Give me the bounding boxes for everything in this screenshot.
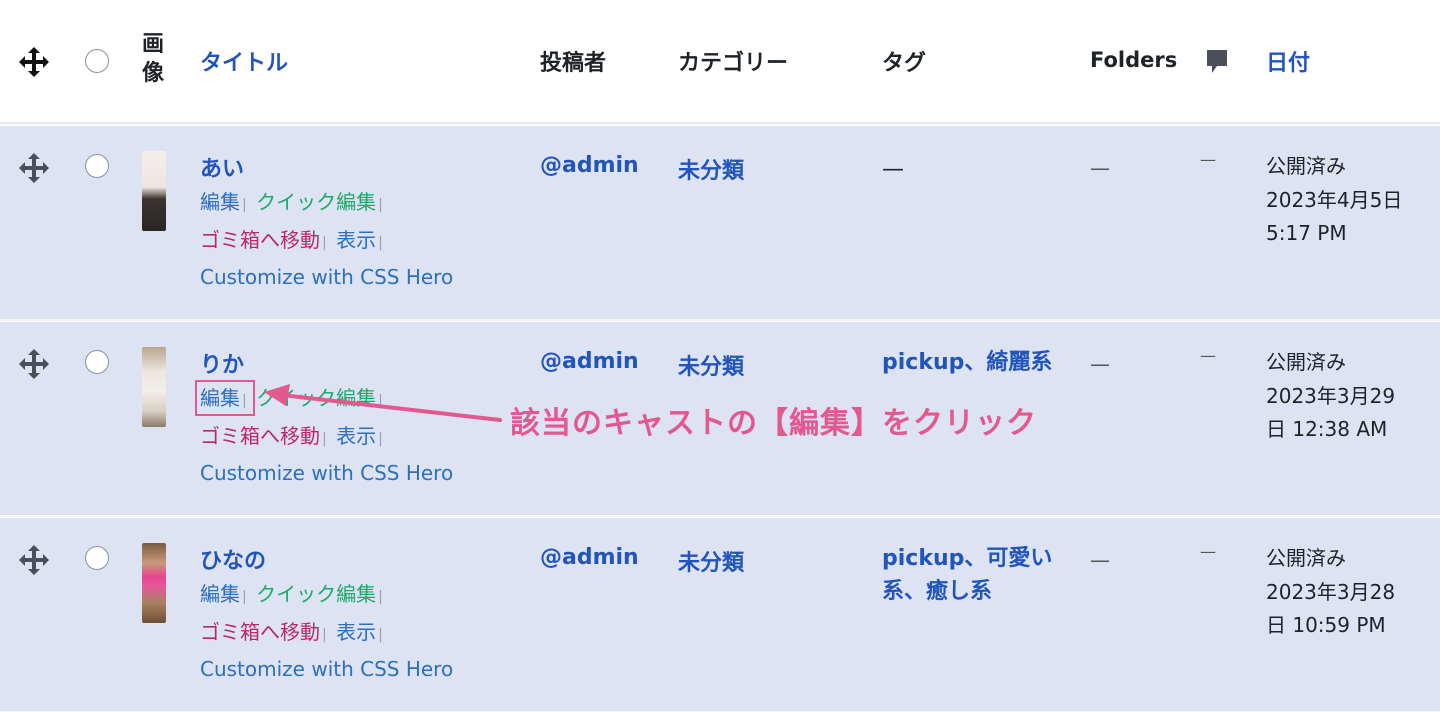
row-checkbox[interactable] [85,154,109,178]
post-title-link[interactable]: りか [200,347,244,379]
title-column-header[interactable]: タイトル [200,45,288,77]
table-row: ひなの 編集 | クイック編集 | ゴミ箱へ移動 | 表示 | Customize wi… [0,518,1440,712]
post-title-link[interactable]: ひなの [200,543,266,575]
row-actions: 編集 | クイック編集 | ゴミ箱へ移動 | 表示 | Customize with C… [200,185,520,295]
date-column-header[interactable]: 日付 [1266,45,1310,77]
css-hero-link[interactable]: Customize with CSS Hero [200,657,453,681]
move-icon[interactable] [17,45,51,79]
date-time: 日 12:38 AM [1266,417,1388,441]
view-link[interactable]: 表示 [336,620,376,644]
separator: | [322,430,327,447]
comment-bubble-icon[interactable] [1205,48,1229,76]
annotation-text: 該当のキャストの【編集】をクリック [510,406,1037,441]
date-cell: 公開済み 2023年3月29 日 12:38 AM [1266,346,1431,447]
date-time: 日 10:59 PM [1266,613,1386,637]
edit-link[interactable]: 編集 [200,582,240,606]
comments-cell: — [1200,150,1216,169]
separator: | [378,626,383,643]
tags-column-header: タグ [882,51,927,76]
date-value: 2023年3月28 [1266,579,1396,604]
separator: | [378,393,383,409]
date-status: 公開済み [1266,546,1346,570]
tags-cell[interactable]: pickup、綺麗系 [882,346,1057,379]
edit-link[interactable]: 編集 [200,190,240,214]
post-title-link[interactable]: あい [200,151,244,183]
folders-cell: — [1090,548,1110,572]
row-checkbox[interactable] [85,546,109,570]
tags-cell: — [882,153,1057,186]
folders-column-header: Folders [1090,48,1178,72]
css-hero-link[interactable]: Customize with CSS Hero [200,461,453,485]
separator: | [242,589,247,605]
table-row: あい 編集 | クイック編集 | ゴミ箱へ移動 | 表示 | Customize wit… [0,126,1440,321]
category-column-header: カテゴリー [678,51,789,76]
date-value: 2023年3月29 [1266,383,1396,408]
separator: | [378,430,383,447]
view-link[interactable]: 表示 [336,424,376,448]
css-hero-link[interactable]: Customize with CSS Hero [200,265,453,289]
date-cell: 公開済み 2023年3月28 日 10:59 PM [1266,542,1431,643]
separator: | [378,589,383,605]
row-checkbox[interactable] [85,350,109,374]
thumbnail-image [142,543,166,623]
author-link[interactable]: @admin [540,153,639,178]
trash-link[interactable]: ゴミ箱へ移動 [200,620,320,644]
move-icon[interactable] [17,543,51,577]
thumbnail-image [142,347,166,427]
author-link[interactable]: @admin [540,349,639,374]
separator: | [242,197,247,213]
folders-cell: — [1090,352,1110,376]
separator: | [322,626,327,643]
select-all-checkbox[interactable] [85,49,109,73]
separator: | [378,234,383,251]
author-column-header: 投稿者 [540,51,607,76]
thumbnail-image [142,151,166,231]
view-link[interactable]: 表示 [336,228,376,252]
image-column-header: 画 像 [142,32,165,86]
separator: | [322,234,327,251]
tags-line[interactable]: 系、癒し系 [882,575,1057,608]
tags-empty: — [882,157,904,182]
trash-link[interactable]: ゴミ箱へ移動 [200,424,320,448]
edit-highlight-box [195,380,255,416]
trash-link[interactable]: ゴミ箱へ移動 [200,228,320,252]
move-icon[interactable] [17,151,51,185]
date-status: 公開済み [1266,350,1346,374]
quick-edit-link[interactable]: クイック編集 [256,386,376,410]
quick-edit-link[interactable]: クイック編集 [256,190,376,214]
date-cell: 公開済み 2023年4月5日 5:17 PM [1266,150,1431,251]
date-time: 5:17 PM [1266,221,1347,245]
comments-cell: — [1200,542,1216,561]
category-link[interactable]: 未分類 [678,349,744,381]
category-link[interactable]: 未分類 [678,153,744,185]
row-actions: 編集 | クイック編集 | ゴミ箱へ移動 | 表示 | Customize with C… [200,577,520,687]
author-link[interactable]: @admin [540,545,639,570]
date-status: 公開済み [1266,154,1346,178]
date-value: 2023年4月5日 [1266,187,1403,212]
move-icon[interactable] [17,347,51,381]
quick-edit-link[interactable]: クイック編集 [256,582,376,606]
separator: | [378,197,383,213]
table-header: 画 像 タイトル 投稿者 カテゴリー タグ Folders 日付 [0,0,1440,124]
tags-line[interactable]: pickup、可愛い [882,542,1057,575]
posts-table: 画 像 タイトル 投稿者 カテゴリー タグ Folders 日付 あい 編集 | … [0,0,1440,712]
category-link[interactable]: 未分類 [678,545,744,577]
comments-cell: — [1200,346,1216,365]
tags-cell[interactable]: pickup、可愛い 系、癒し系 [882,542,1057,608]
folders-cell: — [1090,156,1110,180]
